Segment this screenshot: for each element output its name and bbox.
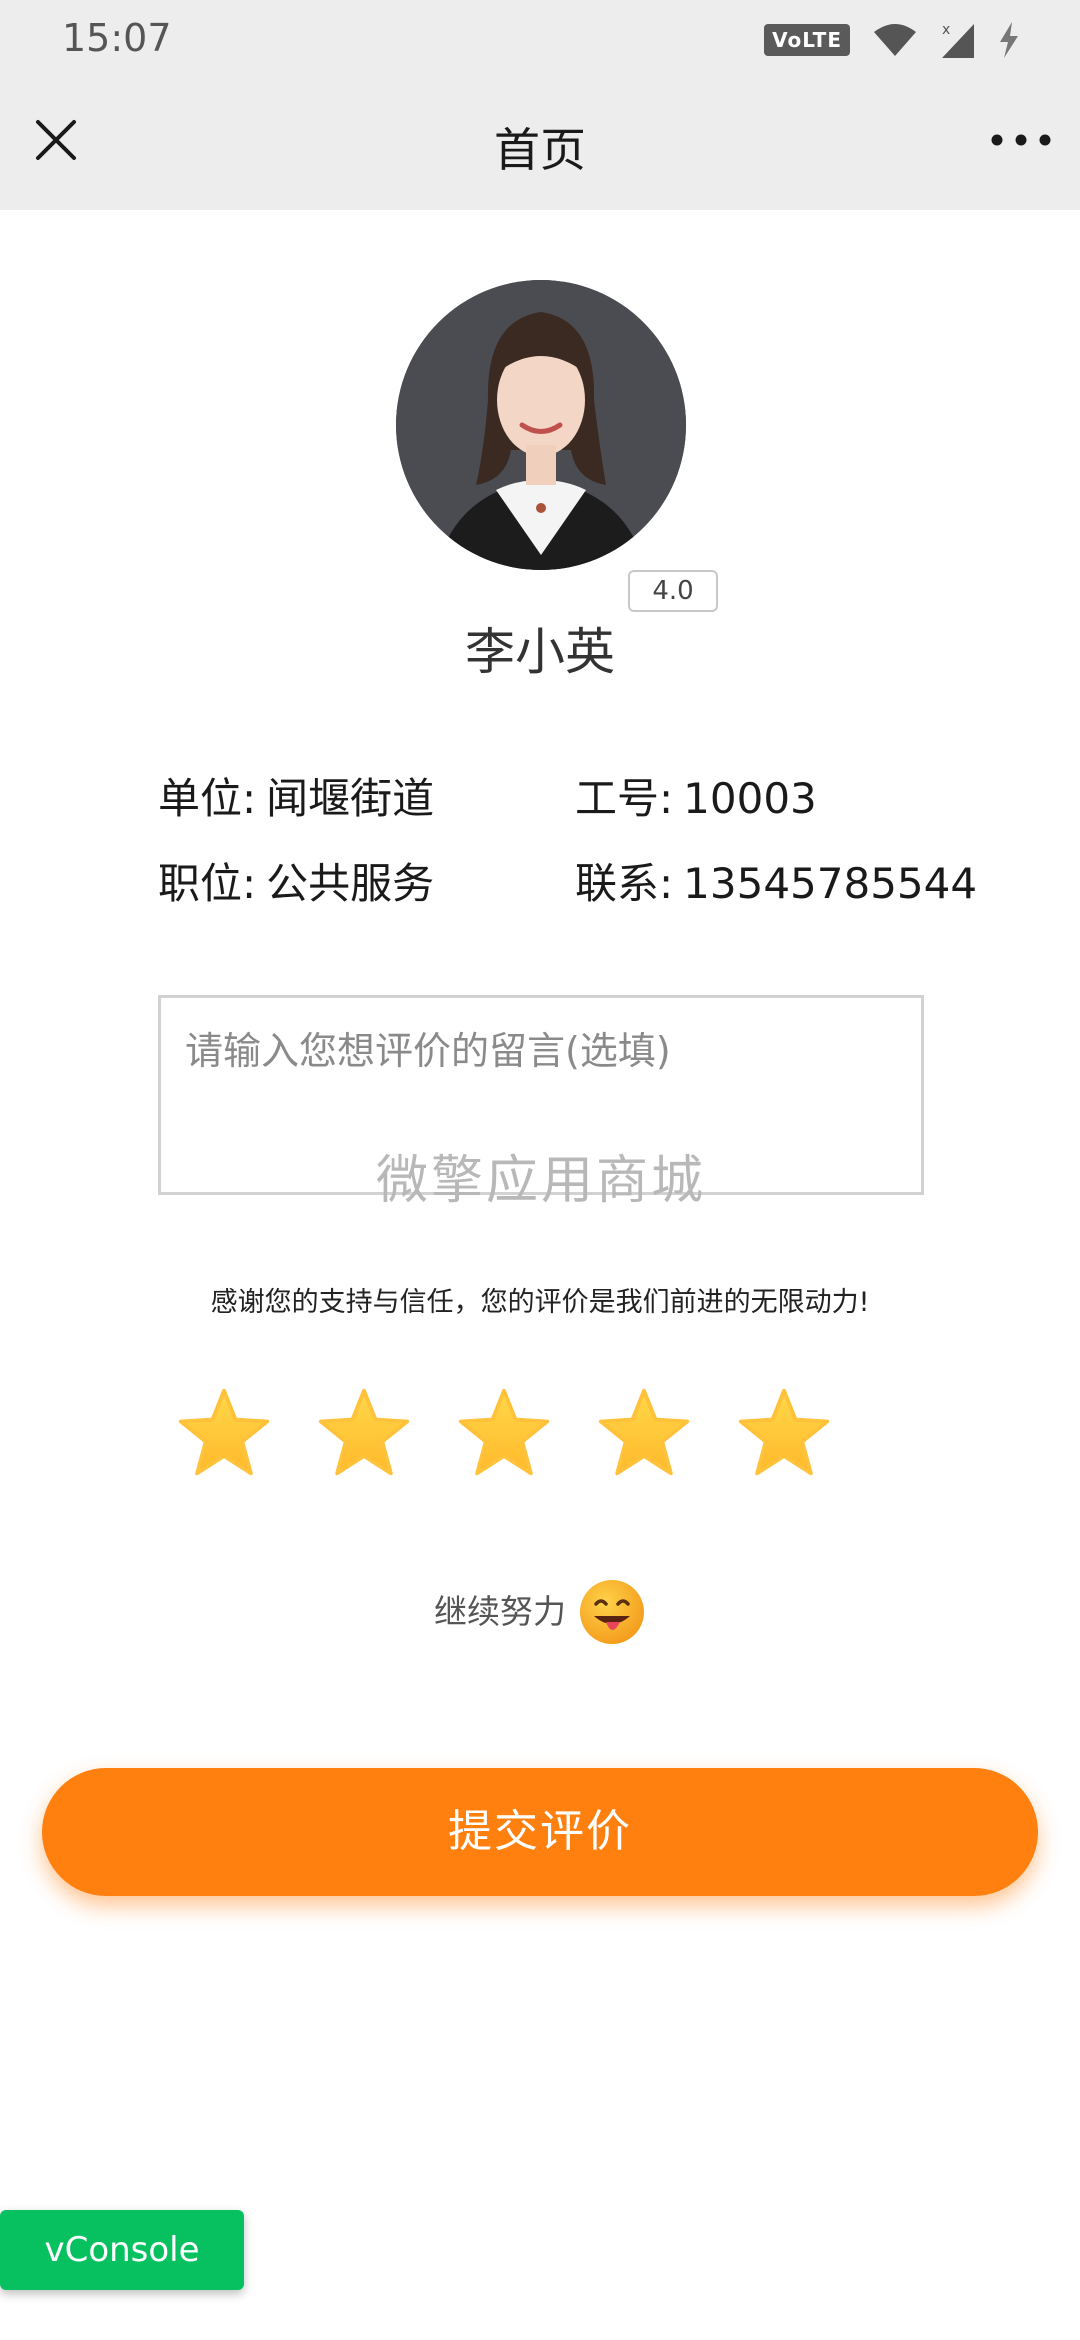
thanks-text: 感谢您的支持与信任，您的评价是我们前进的无限动力! xyxy=(210,1287,870,1318)
star-icon-3[interactable] xyxy=(456,1385,552,1481)
feedback: 继续努力 xyxy=(0,1572,1080,1646)
job-id-value: 10003 xyxy=(683,774,817,823)
volte-badge: VoLTE xyxy=(764,24,850,56)
status-time: 15:07 xyxy=(62,16,172,60)
status-bar: 15:07 VoLTE x xyxy=(0,0,1080,80)
tongue-face-icon xyxy=(580,1580,644,1644)
position-label: 职位: xyxy=(158,859,257,908)
wifi-icon xyxy=(874,24,916,56)
job-id-row: 工号: 10003 xyxy=(575,765,817,826)
comment-box: 微擎应用商城 xyxy=(158,995,924,1211)
contact-row: 联系: 13545785544 xyxy=(575,850,977,911)
feedback-text: 继续努力 xyxy=(434,1592,566,1631)
unit-label: 单位: xyxy=(158,774,257,823)
person-name: 李小英 xyxy=(465,623,615,681)
star-icon-2[interactable] xyxy=(316,1385,412,1481)
charging-icon xyxy=(1000,22,1018,58)
star-icon-1[interactable] xyxy=(176,1385,272,1481)
comment-input[interactable] xyxy=(161,998,921,1192)
status-icons: VoLTE x xyxy=(764,18,1020,62)
submit-button[interactable]: 提交评价 xyxy=(42,1768,1038,1896)
page-title: 首页 xyxy=(494,123,586,177)
job-id-label: 工号: xyxy=(575,774,674,823)
star-rating xyxy=(176,1385,832,1481)
position-value: 公共服务 xyxy=(266,859,435,908)
unit-value: 闻堰街道 xyxy=(266,774,435,823)
svg-text:x: x xyxy=(942,22,950,38)
star-icon-4[interactable] xyxy=(596,1385,692,1481)
navbar: 首页 xyxy=(0,80,1080,210)
contact-label: 联系: xyxy=(575,859,674,908)
unit-row: 单位: 闻堰街道 xyxy=(158,765,434,826)
rating-badge: 4.0 xyxy=(628,570,718,612)
more-icon[interactable] xyxy=(988,120,1054,160)
position-row: 职位: 公共服务 xyxy=(158,850,434,911)
signal-icon: x xyxy=(942,22,974,58)
vconsole-button[interactable]: vConsole xyxy=(0,2210,244,2290)
contact-value: 13545785544 xyxy=(683,859,978,908)
avatar xyxy=(396,280,686,570)
star-icon-5[interactable] xyxy=(736,1385,832,1481)
